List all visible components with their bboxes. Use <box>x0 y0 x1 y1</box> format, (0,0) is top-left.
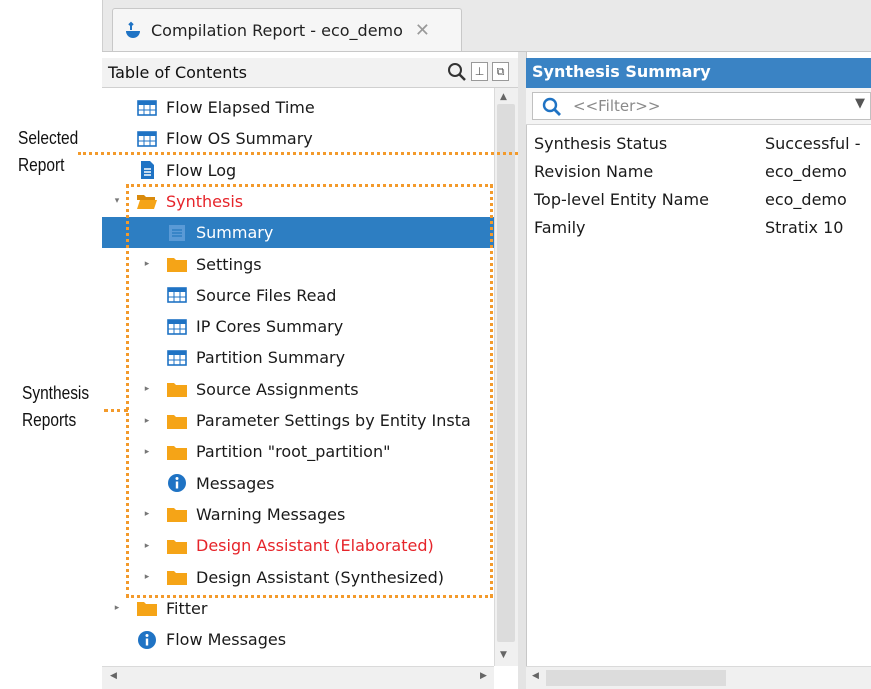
summary-key: Revision Name <box>534 162 654 181</box>
info-icon <box>136 630 158 650</box>
scroll-left-icon[interactable]: ◀ <box>110 671 117 681</box>
report-header: Synthesis Summary <box>526 58 871 88</box>
float-window-icon[interactable]: ⧉ <box>492 62 509 81</box>
toc-scroll-thumb[interactable] <box>497 104 515 642</box>
summary-value: Stratix 10 <box>765 218 844 237</box>
toc-item-label: Fitter <box>166 598 208 618</box>
annotation-leader-synthesis <box>104 409 128 412</box>
folder-icon <box>136 598 158 618</box>
tab-compilation-report[interactable]: Compilation Report - eco_demo ✕ <box>112 8 462 52</box>
chevron-down-icon[interactable]: ▾ <box>112 196 122 206</box>
search-icon <box>542 97 561 116</box>
annotation-synthesis-reports: Synthesis Reports <box>22 383 90 430</box>
toc-item[interactable]: Flow Messages <box>102 624 494 655</box>
filter-placeholder: <<Filter>> <box>573 97 661 115</box>
toc-item-label: Flow Elapsed Time <box>166 98 315 117</box>
document-icon <box>136 160 158 180</box>
summary-value: eco_demo <box>765 162 847 181</box>
annotation-synthesis-box <box>126 184 493 598</box>
scroll-up-icon[interactable]: ▲ <box>500 92 507 102</box>
toc-item[interactable]: Flow OS Summary <box>102 123 494 154</box>
filter-input[interactable]: <<Filter>> ▼ <box>532 92 871 120</box>
summary-key: Top-level Entity Name <box>534 190 709 209</box>
chevron-down-icon[interactable]: ▼ <box>855 96 865 111</box>
chevron-right-icon[interactable]: ▸ <box>112 603 122 613</box>
close-icon[interactable]: ✕ <box>415 20 430 41</box>
toc-item-label: Flow Log <box>166 160 237 180</box>
scroll-right-icon[interactable]: ▶ <box>480 671 487 681</box>
table-icon <box>136 129 158 149</box>
panel-splitter[interactable] <box>518 52 526 689</box>
report-scroll-thumb[interactable] <box>546 670 726 686</box>
table-icon <box>136 98 158 118</box>
quartus-logo-icon <box>126 21 140 38</box>
annotation-selected-report: Selected Report <box>18 128 79 175</box>
search-icon[interactable] <box>446 61 468 83</box>
toc-item-label: Flow OS Summary <box>166 129 313 149</box>
toc-header: Table of Contents ⊥ ⧉ <box>102 58 518 88</box>
toc-item[interactable]: Flow Log <box>102 155 494 186</box>
toc-horizontal-scrollbar[interactable]: ◀ ▶ <box>102 666 494 689</box>
scroll-left-icon[interactable]: ◀ <box>532 671 539 681</box>
toc-item-label: Flow Messages <box>166 630 287 650</box>
toc-item[interactable]: Flow Elapsed Time <box>102 92 494 123</box>
annotation-leader-selected <box>78 152 518 155</box>
tab-title: Compilation Report - eco_demo <box>151 21 403 40</box>
summary-value: Successful - <box>765 134 861 153</box>
summary-value: eco_demo <box>765 190 847 209</box>
summary-key: Family <box>534 218 586 237</box>
scroll-down-icon[interactable]: ▼ <box>500 650 507 660</box>
toc-title: Table of Contents <box>108 63 247 82</box>
summary-key: Synthesis Status <box>534 134 668 153</box>
pin-icon[interactable]: ⊥ <box>471 62 488 81</box>
report-title: Synthesis Summary <box>532 62 711 81</box>
